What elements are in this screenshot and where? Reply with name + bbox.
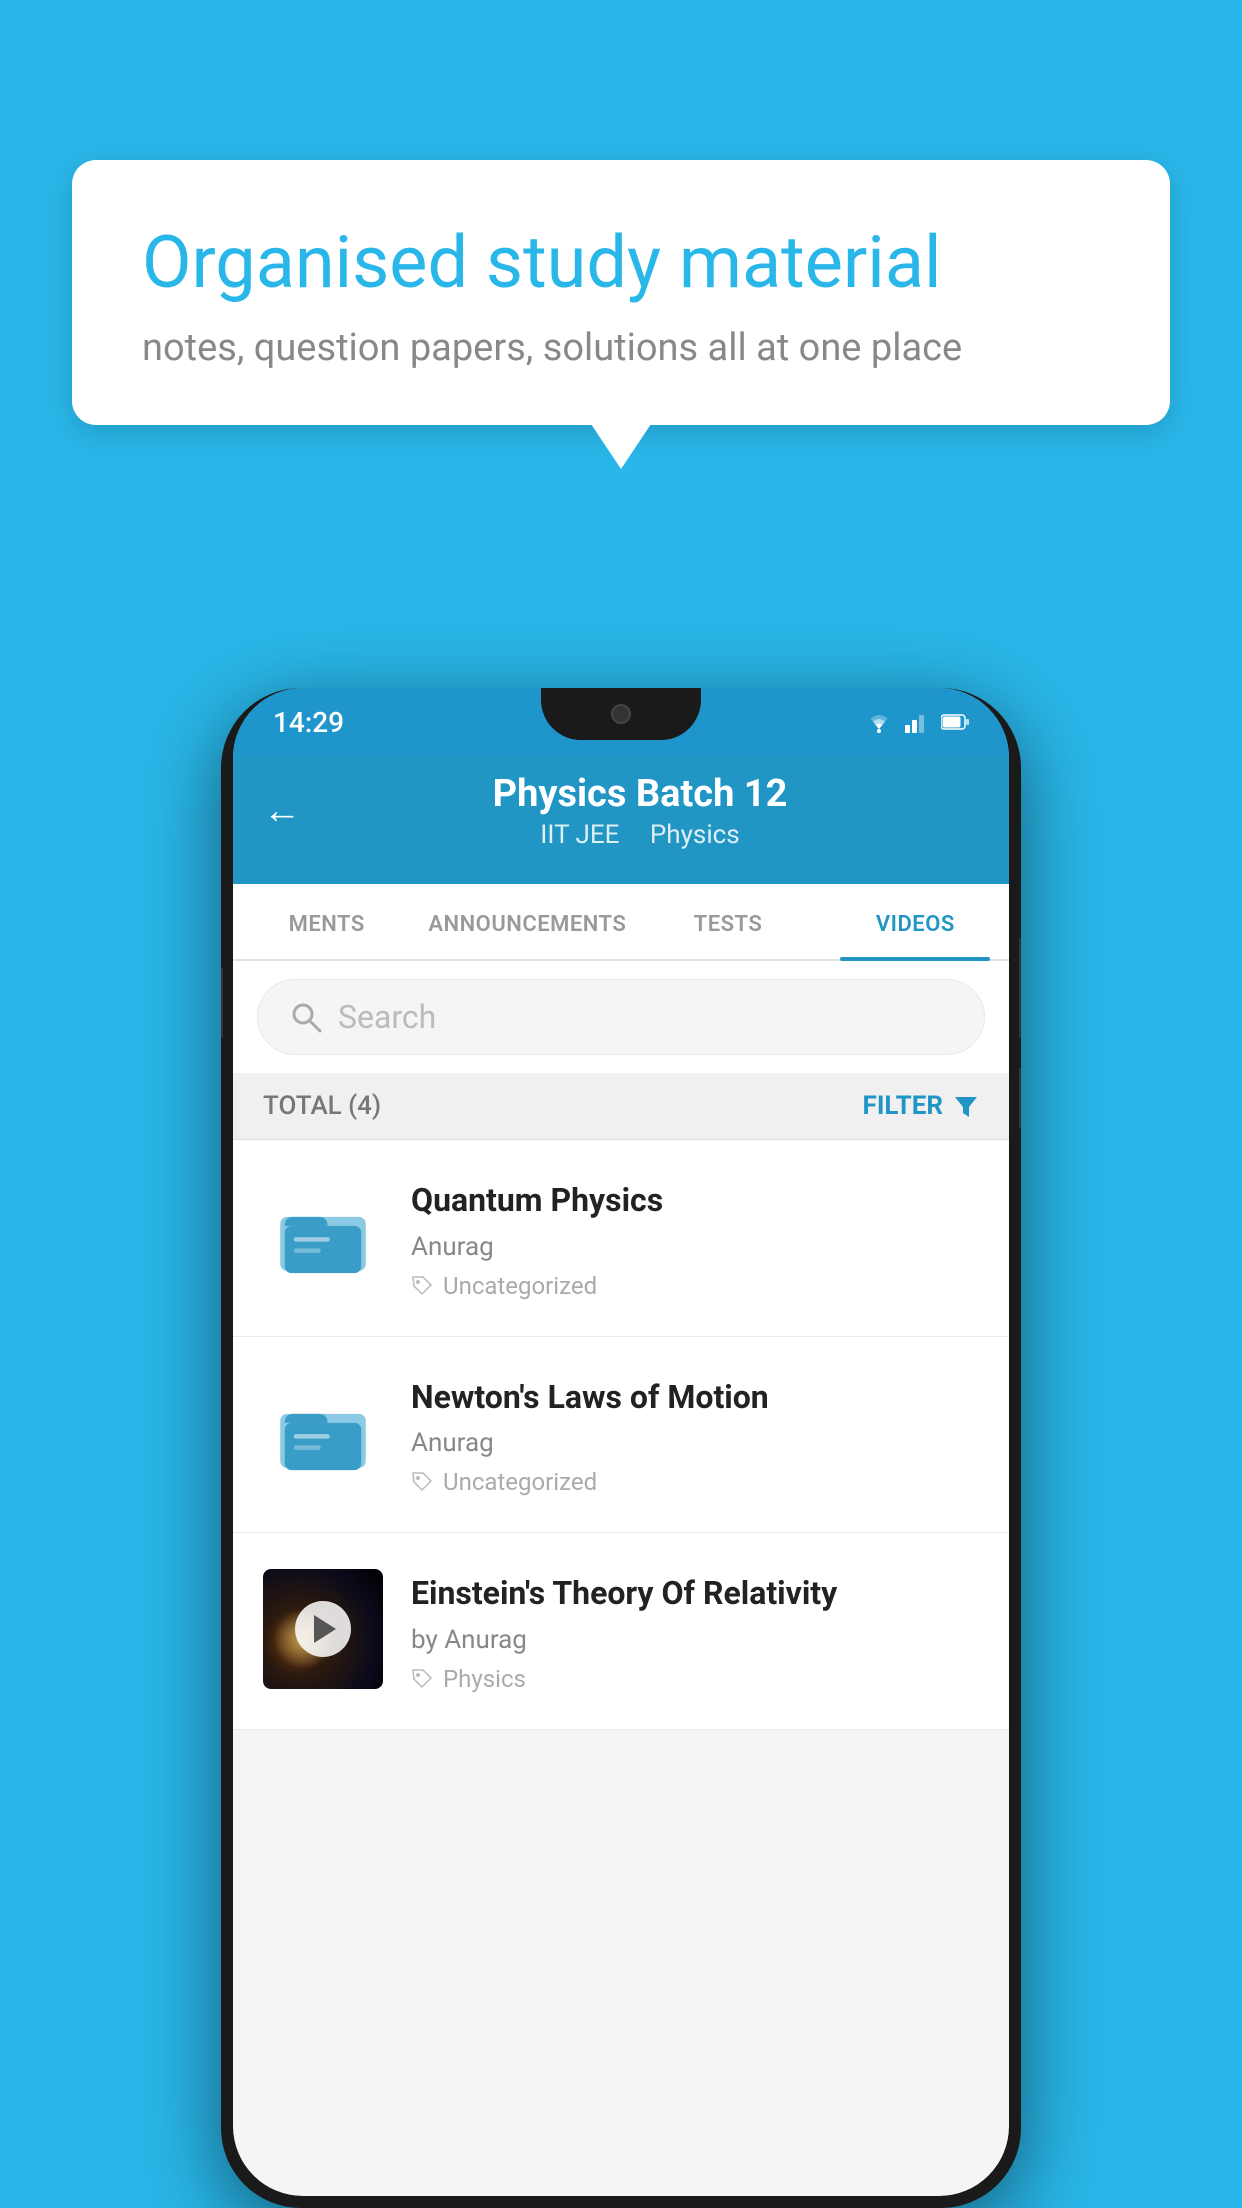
- folder-icon: [278, 1388, 368, 1478]
- subtitle-tag-physics: Physics: [650, 820, 740, 850]
- play-button[interactable]: [295, 1601, 351, 1657]
- tag-icon: [411, 1275, 433, 1297]
- phone-volume-button: [221, 968, 223, 1038]
- video-tag: Uncategorized: [411, 1272, 979, 1300]
- folder-icon-wrap: [263, 1176, 383, 1296]
- status-time: 14:29: [273, 706, 344, 739]
- subtitle-tag-iit: IIT JEE: [540, 820, 619, 850]
- video-author: by Anurag: [411, 1625, 979, 1655]
- video-tag: Physics: [411, 1665, 979, 1693]
- signal-icon: [905, 711, 929, 733]
- video-info: Einstein's Theory Of Relativity by Anura…: [411, 1569, 979, 1693]
- video-info: Quantum Physics Anurag Uncategorized: [411, 1176, 979, 1300]
- filter-bar: TOTAL (4) FILTER: [233, 1073, 1009, 1140]
- speech-bubble: Organised study material notes, question…: [72, 160, 1170, 425]
- folder-icon: [278, 1191, 368, 1281]
- tab-announcements[interactable]: ANNOUNCEMENTS: [420, 884, 634, 959]
- phone-frame: 14:29: [221, 688, 1021, 2208]
- list-item[interactable]: Einstein's Theory Of Relativity by Anura…: [233, 1533, 1009, 1730]
- header-nav: ← Physics Batch 12 IIT JEE Physics: [233, 756, 1009, 860]
- total-count: TOTAL (4): [263, 1091, 381, 1121]
- list-item[interactable]: Quantum Physics Anurag Uncategorized: [233, 1140, 1009, 1337]
- folder-icon-wrap: [263, 1373, 383, 1493]
- video-tag: Uncategorized: [411, 1468, 979, 1496]
- header-subtitle: IIT JEE Physics: [301, 820, 979, 850]
- status-icons: [865, 711, 969, 733]
- front-camera: [611, 704, 631, 724]
- bubble-subtitle: notes, question papers, solutions all at…: [142, 326, 1100, 370]
- video-thumbnail: [263, 1569, 383, 1689]
- phone-side-button: [1019, 1068, 1021, 1128]
- tab-ments[interactable]: MENTS: [233, 884, 420, 959]
- search-bar-wrapper: Search: [233, 961, 1009, 1073]
- phone-power-button: [1019, 938, 1021, 1038]
- filter-icon: [953, 1093, 979, 1119]
- video-list: Quantum Physics Anurag Uncategorized: [233, 1140, 1009, 1730]
- header-title-block: Physics Batch 12 IIT JEE Physics: [301, 772, 979, 850]
- bubble-title: Organised study material: [142, 220, 1100, 306]
- video-title: Quantum Physics: [411, 1180, 979, 1222]
- filter-button[interactable]: FILTER: [863, 1091, 979, 1121]
- tag-icon: [411, 1471, 433, 1493]
- search-icon: [288, 999, 324, 1035]
- header-title: Physics Batch 12: [301, 772, 979, 816]
- back-button[interactable]: ←: [263, 789, 301, 833]
- video-author: Anurag: [411, 1232, 979, 1262]
- tag-icon: [411, 1668, 433, 1690]
- phone-screen: 14:29: [233, 688, 1009, 2196]
- video-author: Anurag: [411, 1428, 979, 1458]
- play-triangle-icon: [314, 1615, 336, 1643]
- phone-notch: [541, 688, 701, 740]
- wifi-icon: [865, 711, 893, 733]
- battery-icon: [941, 714, 969, 730]
- search-placeholder: Search: [338, 998, 436, 1036]
- tabs-bar: MENTS ANNOUNCEMENTS TESTS VIDEOS: [233, 884, 1009, 961]
- search-bar[interactable]: Search: [257, 979, 985, 1055]
- tab-videos[interactable]: VIDEOS: [822, 884, 1009, 959]
- video-title: Einstein's Theory Of Relativity: [411, 1573, 979, 1615]
- video-info: Newton's Laws of Motion Anurag Uncategor…: [411, 1373, 979, 1497]
- video-title: Newton's Laws of Motion: [411, 1377, 979, 1419]
- list-item[interactable]: Newton's Laws of Motion Anurag Uncategor…: [233, 1337, 1009, 1534]
- tab-tests[interactable]: TESTS: [634, 884, 821, 959]
